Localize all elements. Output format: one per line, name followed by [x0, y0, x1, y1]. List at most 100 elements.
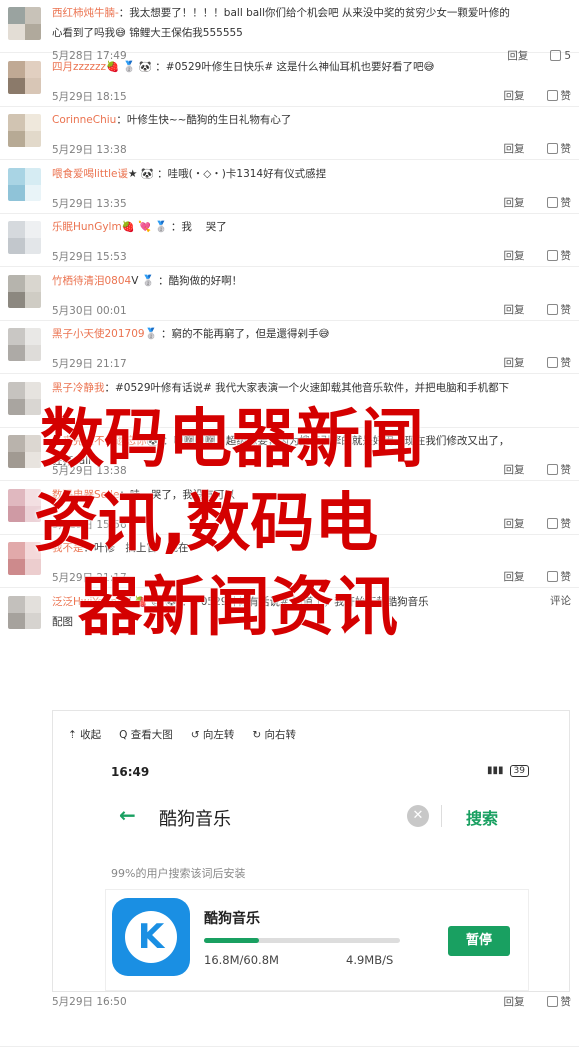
like-button[interactable]: 赞 [546, 994, 571, 1009]
comment-line-2: 配图 [52, 616, 73, 628]
avatar-tile [8, 184, 25, 201]
avatar-tile [24, 558, 41, 575]
timestamp: 5月29日 18:15 [52, 91, 127, 103]
avatar[interactable] [8, 7, 41, 40]
search-input[interactable]: 酷狗音乐 [159, 805, 231, 831]
avatar-tile [8, 451, 25, 468]
reply-button[interactable]: 回复 [504, 462, 525, 477]
view-large-button[interactable]: Q 查看大图 [119, 727, 173, 742]
comment-actions: 回复 赞 [504, 462, 571, 477]
timestamp: 5月29日 13:38 [52, 465, 127, 477]
comment-line: 竹栖待清泪0804V 🥈 ：酷狗做的好啊！ [52, 272, 572, 291]
comment-row: 西红柿炖牛腩-：我太想要了！！！！ball ball你们给个机会吧 从来没中奖的… [0, 0, 579, 62]
comment-actions: 回复 赞 [504, 302, 571, 317]
username[interactable]: 西红柿炖牛腩- [52, 7, 119, 19]
avatar[interactable] [8, 489, 41, 522]
collapse-button[interactable]: ⇡ 收起 [68, 727, 101, 742]
username[interactable]: 我不是 [52, 542, 84, 554]
comment-actions: 回复 赞 [504, 195, 571, 210]
avatar-tile [24, 612, 41, 629]
pause-button[interactable]: 暂停 [448, 926, 510, 956]
username[interactable]: 乐眠HunGylm [52, 221, 122, 233]
like-button[interactable]: 赞 [546, 569, 571, 584]
kugou-app-icon: K [112, 898, 190, 976]
like-button[interactable]: 赞 [546, 462, 571, 477]
comment-row: 数码电器Selle：哇 哭了，我没有可以 5月29日 15:56 回复 赞 [0, 482, 579, 535]
reply-button[interactable]: 回复 [504, 994, 525, 1009]
like-button[interactable]: 赞 [546, 355, 571, 370]
username[interactable]: CorinneChiu [52, 114, 116, 126]
reply-button[interactable]: 回复 [504, 248, 525, 263]
reply-button[interactable]: 回复 [504, 355, 525, 370]
username[interactable]: 数码电器Selle [52, 489, 119, 501]
comment-link: 评论 [550, 593, 571, 608]
comment-row: 我不是：叶修 搞上官 现在 5月29日 21:17 回复 赞 [0, 535, 579, 588]
username[interactable]: 泛泛HwiYoung [52, 596, 124, 608]
like-button[interactable]: 赞 [546, 302, 571, 317]
comment-line: 我不是：叶修 搞上官 现在 [52, 539, 572, 558]
reply-button[interactable]: 回复 [504, 516, 525, 531]
avatar[interactable] [8, 435, 41, 468]
comment-line: 泛泛HwiYoungV 🍓 😎 🐼 ：#0529叶修有话说# 知道了，我开始下载… [52, 593, 572, 612]
like-button[interactable]: 赞 [546, 141, 571, 156]
reply-button[interactable]: 回复 [504, 569, 525, 584]
comment-text: V 🍓 😎 🐼 ：#0529叶修有话说# 知道了，我开始下载酷狗音乐 [123, 596, 429, 608]
comment-text: ：叶修 搞上官 现在 [83, 542, 189, 554]
comment-line: 黑子小天使201709🥈 ：窮的不能再窮了，但是還得剁手😅 [52, 325, 572, 344]
avatar-tile [24, 451, 41, 468]
avatar-tile [8, 505, 25, 522]
app-name: 酷狗音乐 [204, 911, 260, 927]
avatar-tile [8, 398, 25, 415]
comment-row: CorinneChiu：叶修生快~~酷狗的生日礼物有心了 5月29日 13:38 回… [0, 107, 579, 160]
rotate-left-button[interactable]: ↺ 向左转 [191, 727, 235, 742]
search-bar: ← 酷狗音乐 ✕ 搜索 [111, 795, 529, 835]
avatar-tile [8, 61, 25, 78]
comment-row: 黑子冷静我：#0529叶修有话说# 我代大家表演一个火速卸载其他音乐软件，并把电… [0, 375, 579, 428]
comment-text: ：叶修生快~~酷狗的生日礼物有心了 [116, 114, 292, 126]
avatar[interactable] [8, 114, 41, 147]
avatar-tile [8, 237, 25, 254]
avatar[interactable] [8, 328, 41, 361]
like-count: 赞 [560, 518, 572, 530]
avatar-tile [24, 237, 41, 254]
reply-button[interactable]: 回复 [504, 302, 525, 317]
avatar[interactable] [8, 542, 41, 575]
comment-button[interactable]: 评论 [550, 593, 571, 608]
avatar[interactable] [8, 61, 41, 94]
avatar[interactable] [8, 221, 41, 254]
username[interactable]: 黑子冷静我 [52, 382, 105, 394]
embedded-image: ⇡ 收起 Q 查看大图 ↺ 向左转 ↻ 向右转 16:49 ▮▮▮ 39 ← 酷… [52, 710, 570, 992]
avatar[interactable] [8, 596, 41, 629]
comment-actions: 回复 赞 [504, 516, 572, 531]
avatar[interactable] [8, 168, 41, 201]
username[interactable]: 喂食爱喝little谖 [52, 168, 128, 180]
timestamp: 5月29日 15:56 [52, 519, 127, 531]
thumbs-up-icon [546, 250, 558, 261]
like-button[interactable]: 赞 [546, 248, 571, 263]
username[interactable]: 竹栖待清泪0804 [52, 275, 131, 287]
avatar[interactable] [8, 382, 41, 415]
clear-icon[interactable]: ✕ [407, 805, 429, 827]
avatar-tile [24, 184, 41, 201]
reply-button[interactable]: 回复 [504, 195, 525, 210]
like-button[interactable]: 赞 [546, 88, 571, 103]
like-button[interactable]: 赞 [546, 195, 571, 210]
avatar-tile [24, 291, 41, 308]
username[interactable]: 未来完全不会遗忘你 [52, 435, 147, 447]
thumbs-up-icon [546, 571, 558, 582]
avatar[interactable] [8, 275, 41, 308]
app-download-card: K 酷狗音乐 16.8M/60.8M 4.9MB/S 暂停 [105, 889, 529, 991]
username[interactable]: 四月zzzzzz [52, 61, 106, 73]
like-button[interactable]: 赞 [546, 516, 572, 531]
comment-actions: 回复 赞 [504, 994, 571, 1009]
reply-button[interactable]: 回复 [504, 88, 525, 103]
back-arrow-icon[interactable]: ← [119, 803, 136, 827]
avatar-tile [8, 168, 25, 185]
rotate-right-button[interactable]: ↻ 向右转 [252, 727, 296, 742]
avatar-tile [24, 168, 41, 185]
search-button[interactable]: 搜索 [466, 805, 498, 829]
username[interactable]: 黑子小天使201709 [52, 328, 145, 340]
thumbs-up-icon [546, 90, 558, 101]
reply-button[interactable]: 回复 [504, 141, 525, 156]
download-speed: 4.9MB/S [346, 953, 394, 967]
